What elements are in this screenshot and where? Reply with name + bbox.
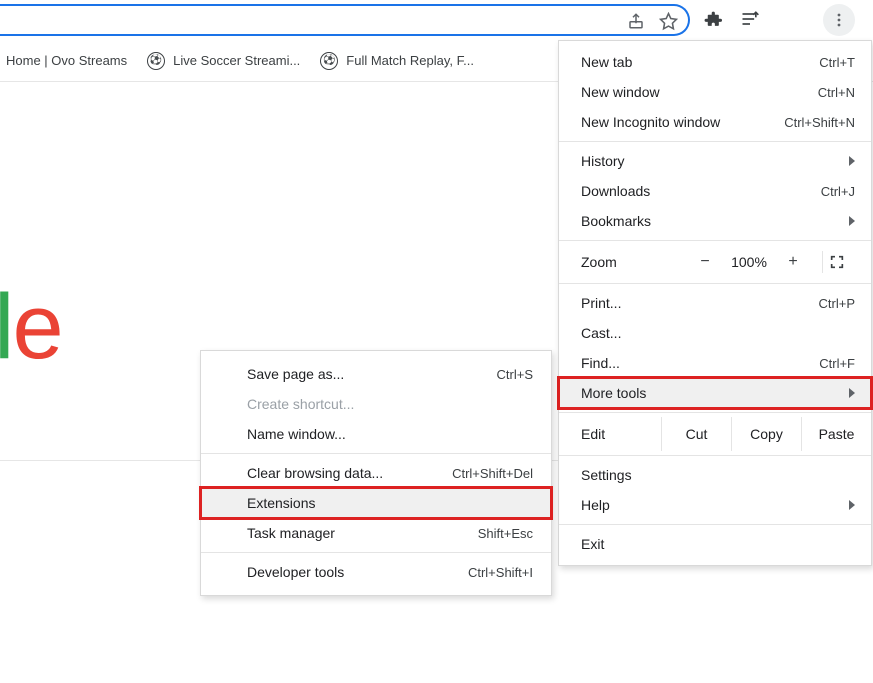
edit-copy-button[interactable]: Copy xyxy=(731,417,801,451)
menu-item-new-window[interactable]: New window Ctrl+N xyxy=(559,77,871,107)
bookmark-item[interactable]: ⚽ Live Soccer Streami... xyxy=(147,52,300,70)
menu-item-bookmarks[interactable]: Bookmarks xyxy=(559,206,871,236)
menu-item-zoom: Zoom − 100% + xyxy=(559,245,871,279)
bookmark-label: Live Soccer Streami... xyxy=(173,53,300,68)
submenu-item-task-manager[interactable]: Task manager Shift+Esc xyxy=(201,518,551,548)
bookmark-item[interactable]: ⚽ Full Match Replay, F... xyxy=(320,52,474,70)
submenu-item-developer-tools[interactable]: Developer tools Ctrl+Shift+I xyxy=(201,557,551,587)
bookmark-label: Full Match Replay, F... xyxy=(346,53,474,68)
submenu-item-name-window[interactable]: Name window... xyxy=(201,419,551,449)
logo-letter-l: l xyxy=(0,276,12,378)
edit-paste-button[interactable]: Paste xyxy=(801,417,871,451)
submenu-item-create-shortcut: Create shortcut... xyxy=(201,389,551,419)
bookmark-item[interactable]: Home | Ovo Streams xyxy=(6,53,127,68)
menu-item-exit[interactable]: Exit xyxy=(559,529,871,559)
menu-item-print[interactable]: Print... Ctrl+P xyxy=(559,288,871,318)
menu-item-find[interactable]: Find... Ctrl+F xyxy=(559,348,871,378)
menu-item-downloads[interactable]: Downloads Ctrl+J xyxy=(559,176,871,206)
menu-item-settings[interactable]: Settings xyxy=(559,460,871,490)
omnibox[interactable] xyxy=(0,4,690,36)
browser-toolbar xyxy=(0,0,873,40)
menu-item-help[interactable]: Help xyxy=(559,490,871,520)
submenu-item-clear-browsing[interactable]: Clear browsing data... Ctrl+Shift+Del xyxy=(201,458,551,488)
menu-item-history[interactable]: History xyxy=(559,146,871,176)
more-tools-submenu: Save page as... Ctrl+S Create shortcut..… xyxy=(200,350,552,596)
soccer-icon: ⚽ xyxy=(320,52,338,70)
google-logo-fragment: le xyxy=(0,275,62,380)
bookmark-label: Home | Ovo Streams xyxy=(6,53,127,68)
share-icon[interactable] xyxy=(626,11,646,31)
menu-item-new-incognito[interactable]: New Incognito window Ctrl+Shift+N xyxy=(559,107,871,137)
main-menu: New tab Ctrl+T New window Ctrl+N New Inc… xyxy=(558,40,872,566)
menu-item-edit: Edit Cut Copy Paste xyxy=(559,417,871,451)
reading-list-icon[interactable] xyxy=(740,9,760,29)
zoom-out-button[interactable]: − xyxy=(686,253,724,271)
soccer-icon: ⚽ xyxy=(147,52,165,70)
edit-cut-button[interactable]: Cut xyxy=(661,417,731,451)
extensions-icon[interactable] xyxy=(702,9,722,29)
menu-button[interactable] xyxy=(823,4,855,36)
chevron-right-icon xyxy=(849,500,855,510)
chevron-right-icon xyxy=(849,388,855,398)
fullscreen-button[interactable] xyxy=(829,254,859,270)
star-icon[interactable] xyxy=(658,11,678,31)
zoom-value: 100% xyxy=(724,254,774,270)
menu-item-new-tab[interactable]: New tab Ctrl+T xyxy=(559,47,871,77)
submenu-item-save-page[interactable]: Save page as... Ctrl+S xyxy=(201,359,551,389)
submenu-item-extensions[interactable]: Extensions xyxy=(201,488,551,518)
chevron-right-icon xyxy=(849,156,855,166)
menu-item-cast[interactable]: Cast... xyxy=(559,318,871,348)
logo-letter-e: e xyxy=(12,276,61,378)
menu-item-more-tools[interactable]: More tools xyxy=(559,378,871,408)
chevron-right-icon xyxy=(849,216,855,226)
zoom-in-button[interactable]: + xyxy=(774,253,812,271)
